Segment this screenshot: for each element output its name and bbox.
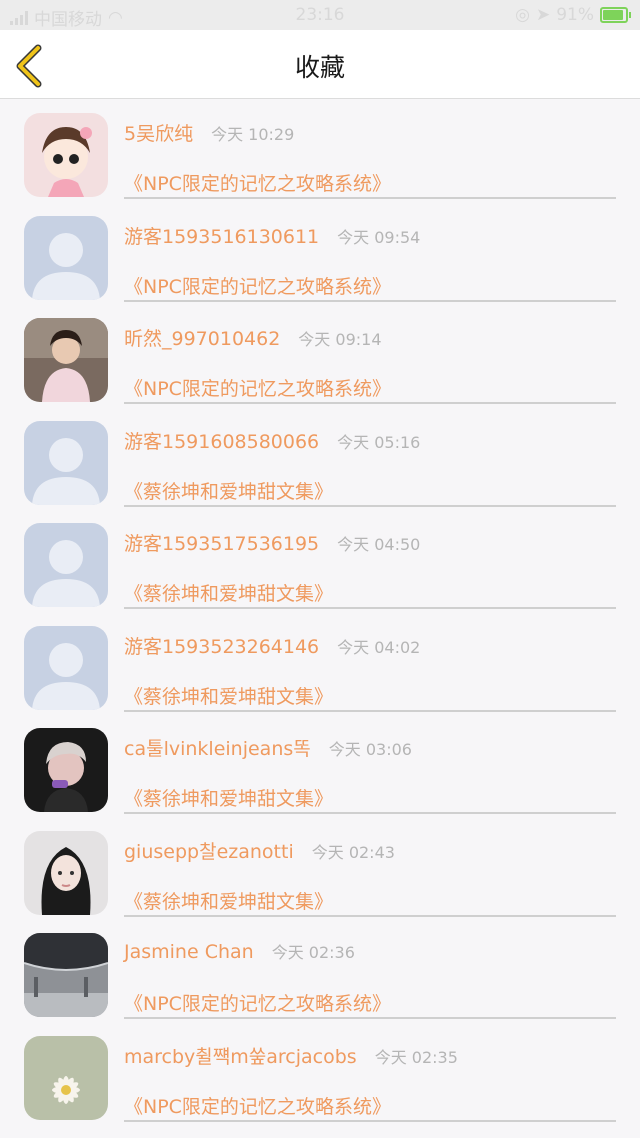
divider bbox=[124, 812, 616, 814]
list-item[interactable]: giusepp찰ezanotti 今天 02:43 《蔡徐坤和爱坤甜文集》 bbox=[0, 817, 640, 920]
username[interactable]: 游客1591608580066 bbox=[124, 427, 319, 454]
page-title: 收藏 bbox=[294, 53, 345, 82]
photo-girl-avatar-icon bbox=[24, 318, 108, 402]
username[interactable]: 5吴欣纯 bbox=[124, 119, 193, 146]
default-avatar-icon bbox=[24, 625, 108, 710]
timestamp: 今天 09:14 bbox=[298, 330, 382, 349]
username[interactable]: 游客1593523264146 bbox=[124, 632, 319, 659]
username[interactable]: marcby췰쨱m쑾arcjacobs bbox=[124, 1042, 357, 1069]
list-item[interactable]: 游客1591608580066 今天 05:16 《蔡徐坤和爱坤甜文集》 bbox=[0, 407, 640, 510]
location-icon: ➤ bbox=[535, 5, 551, 25]
default-avatar-icon bbox=[24, 420, 108, 505]
avatar[interactable] bbox=[24, 830, 108, 915]
book-title-link[interactable]: 《蔡徐坤和爱坤甜文集》 bbox=[124, 784, 333, 811]
divider bbox=[124, 914, 616, 917]
timestamp: 今天 02:35 bbox=[374, 1047, 458, 1067]
name-row: ca툴lvinkleinjeans똑 今天 03:06 bbox=[124, 734, 412, 761]
list-item[interactable]: 游客1593516130611 今天 09:54 《NPC限定的记忆之攻略系统》 bbox=[0, 202, 640, 305]
book-title-link[interactable]: 《NPC限定的记忆之攻略系统》 bbox=[124, 1092, 391, 1119]
list-item[interactable]: 昕然_997010462 今天 09:14 《NPC限定的记忆之攻略系统》 bbox=[0, 304, 640, 407]
timestamp: 今天 05:16 bbox=[337, 432, 421, 452]
timestamp: 今天 04:02 bbox=[337, 637, 421, 657]
divider bbox=[124, 197, 616, 199]
avatar[interactable] bbox=[24, 523, 108, 607]
divider bbox=[124, 607, 616, 609]
avatar[interactable] bbox=[24, 420, 108, 505]
name-row: 游客1591608580066 今天 05:16 bbox=[124, 427, 420, 454]
username[interactable]: giusepp찰ezanotti bbox=[124, 837, 294, 864]
battery-percent: 91% bbox=[556, 5, 594, 25]
book-title-link[interactable]: 《NPC限定的记忆之攻略系统》 bbox=[124, 989, 391, 1016]
name-row: giusepp찰ezanotti 今天 02:43 bbox=[124, 837, 395, 864]
battery-icon bbox=[600, 7, 631, 23]
avatar[interactable] bbox=[24, 215, 108, 300]
avatar[interactable] bbox=[24, 933, 108, 1017]
avatar[interactable] bbox=[24, 625, 108, 710]
avatar[interactable] bbox=[24, 318, 108, 402]
divider bbox=[124, 504, 616, 507]
status-right: ◎ ➤ 91% bbox=[515, 5, 631, 25]
book-title-link[interactable]: 《蔡徐坤和爱坤甜文集》 bbox=[124, 477, 333, 504]
timestamp: 今天 09:54 bbox=[337, 227, 421, 247]
list-item[interactable]: 游客1593517536195 今天 04:50 《蔡徐坤和爱坤甜文集》 bbox=[0, 509, 640, 612]
list-item[interactable]: 游客1593523264146 今天 04:02 《蔡徐坤和爱坤甜文集》 bbox=[0, 612, 640, 715]
illustrated-girl-avatar-icon bbox=[24, 830, 108, 915]
username[interactable]: 游客1593517536195 bbox=[124, 529, 319, 556]
name-row: 游客1593517536195 今天 04:50 bbox=[124, 529, 420, 556]
name-row: 5吴欣纯 今天 10:29 bbox=[124, 119, 294, 146]
divider bbox=[124, 299, 616, 302]
list-item[interactable]: 5吴欣纯 今天 10:29 《NPC限定的记忆之攻略系统》 bbox=[0, 99, 640, 202]
book-title-link[interactable]: 《NPC限定的记忆之攻略系统》 bbox=[124, 272, 391, 299]
avatar[interactable] bbox=[24, 113, 108, 197]
timestamp: 今天 03:06 bbox=[328, 740, 412, 759]
photo-boy-avatar-icon bbox=[24, 728, 108, 812]
name-row: 游客1593523264146 今天 04:02 bbox=[124, 632, 420, 659]
avatar[interactable] bbox=[24, 1035, 108, 1120]
book-title-link[interactable]: 《蔡徐坤和爱坤甜文集》 bbox=[124, 682, 333, 709]
divider bbox=[124, 402, 616, 404]
list-item[interactable]: ca툴lvinkleinjeans똑 今天 03:06 《蔡徐坤和爱坤甜文集》 bbox=[0, 714, 640, 817]
book-title-link[interactable]: 《蔡徐坤和爱坤甜文集》 bbox=[124, 887, 333, 914]
book-title-link[interactable]: 《NPC限定的记忆之攻略系统》 bbox=[124, 169, 391, 196]
list-item[interactable]: Jasmine Chan 今天 02:36 《NPC限定的记忆之攻略系统》 bbox=[0, 919, 640, 1022]
username[interactable]: Jasmine Chan bbox=[124, 941, 254, 963]
favorites-list: 5吴欣纯 今天 10:29 《NPC限定的记忆之攻略系统》 游客15935161… bbox=[0, 99, 640, 1124]
name-row: 昕然_997010462 今天 09:14 bbox=[124, 324, 382, 351]
default-avatar-icon bbox=[24, 215, 108, 300]
timestamp: 今天 04:50 bbox=[337, 535, 421, 554]
list-item[interactable]: marcby췰쨱m쑾arcjacobs 今天 02:35 《NPC限定的记忆之攻… bbox=[0, 1022, 640, 1125]
status-bar: 中国移动 ◠ 23:16 ◎ ➤ 91% bbox=[0, 0, 640, 30]
divider bbox=[124, 1119, 616, 1122]
flower-photo-avatar-icon bbox=[24, 1035, 108, 1120]
default-avatar-icon bbox=[24, 523, 108, 607]
avatar[interactable] bbox=[24, 728, 108, 812]
architecture-photo-avatar-icon bbox=[24, 933, 108, 1017]
timestamp: 今天 10:29 bbox=[211, 125, 295, 144]
timestamp: 今天 02:36 bbox=[271, 943, 355, 962]
cartoon-girl-avatar-icon bbox=[24, 113, 108, 197]
lock-rotation-icon: ◎ bbox=[515, 5, 530, 25]
nav-bar: 收藏 bbox=[0, 30, 640, 99]
username[interactable]: 游客1593516130611 bbox=[124, 222, 319, 249]
timestamp: 今天 02:43 bbox=[311, 842, 395, 862]
username[interactable]: ca툴lvinkleinjeans똑 bbox=[124, 734, 311, 761]
username[interactable]: 昕然_997010462 bbox=[124, 324, 280, 351]
divider bbox=[124, 1017, 616, 1019]
name-row: marcby췰쨱m쑾arcjacobs 今天 02:35 bbox=[124, 1042, 458, 1069]
book-title-link[interactable]: 《NPC限定的记忆之攻略系统》 bbox=[124, 374, 391, 401]
name-row: Jasmine Chan 今天 02:36 bbox=[124, 939, 355, 963]
name-row: 游客1593516130611 今天 09:54 bbox=[124, 222, 420, 249]
book-title-link[interactable]: 《蔡徐坤和爱坤甜文集》 bbox=[124, 579, 333, 606]
divider bbox=[124, 709, 616, 712]
